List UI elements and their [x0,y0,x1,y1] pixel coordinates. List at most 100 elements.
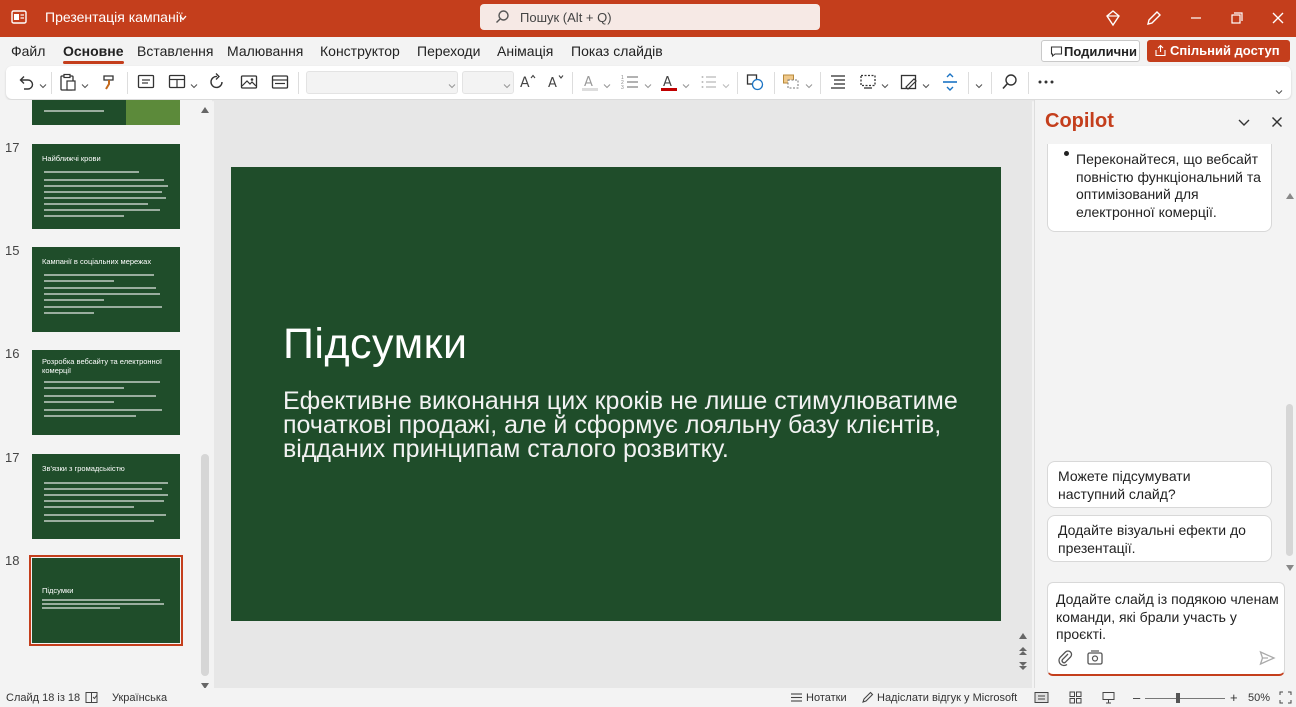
slide-title[interactable]: Підсумки [283,320,467,369]
tab-insert[interactable]: Вставлення [137,43,214,59]
previous-slide-icon[interactable] [1018,643,1028,655]
shapes-icon[interactable] [745,72,765,92]
slide-thumbnail[interactable]: Кампанії в соціальних мережах [32,247,180,332]
text-line [44,395,156,397]
undo-icon[interactable] [16,72,36,92]
zoom-level[interactable]: 50% [1248,692,1270,704]
zoom-in-icon[interactable]: + [1230,690,1238,705]
next-slide-icon[interactable] [1018,658,1028,670]
chevron-down-icon[interactable] [1235,113,1253,131]
tab-design[interactable]: Конструктор [320,43,400,59]
chevron-down-icon[interactable] [805,78,813,89]
copilot-scrollbar[interactable] [1286,404,1293,556]
pen-icon[interactable] [1143,7,1165,29]
font-color-icon[interactable]: A [660,72,678,92]
fit-to-window-icon[interactable] [1279,691,1292,704]
chevron-down-icon[interactable] [39,78,47,89]
diamond-icon[interactable] [1102,7,1124,29]
replace-icon[interactable] [940,72,960,92]
chevron-down-icon[interactable] [881,78,889,89]
slide-sorter-icon[interactable] [1069,691,1082,704]
slide-thumbnail[interactable] [32,100,180,125]
decrease-font-icon[interactable]: A [547,72,565,92]
arrange-icon[interactable] [781,72,801,92]
notes-button[interactable]: Нотатки [806,692,847,704]
numbering-icon[interactable]: 123 [620,72,640,92]
normal-view-icon[interactable] [1034,691,1049,704]
search-box[interactable]: Пошук (Alt + Q) [480,4,820,30]
chevron-down-icon[interactable] [448,78,456,89]
feedback-icon[interactable] [861,691,874,704]
restore-icon[interactable] [1226,7,1248,29]
text-direction-icon[interactable] [828,72,848,92]
document-title[interactable]: Презентація кампанії [45,9,183,25]
new-slide-icon[interactable] [136,72,156,92]
picture-icon[interactable] [239,72,259,92]
chevron-down-icon[interactable] [922,78,930,89]
copilot-prompt-input[interactable]: Додайте слайд із подякою членам команди,… [1047,582,1285,676]
slideshow-view-icon[interactable] [1102,691,1115,704]
powerpoint-app-icon[interactable] [10,8,28,26]
subscribe-button[interactable]: Подилични [1041,40,1140,62]
chevron-down-icon[interactable] [81,78,89,89]
chevron-down-icon[interactable] [975,78,983,89]
highlight-icon[interactable]: A [581,72,599,92]
suggestion-chip[interactable]: Додайте візуальні ефекти до презентації. [1047,515,1272,562]
slide-thumbnail-selected[interactable]: Підсумки [29,555,183,646]
copilot-title: Copilot [1045,110,1114,132]
more-options-icon[interactable] [1036,72,1056,92]
tab-home[interactable]: Основне [63,43,124,64]
paste-icon[interactable] [58,72,78,92]
reset-icon[interactable] [207,72,227,92]
scroll-down-icon[interactable] [1285,560,1295,571]
slide-body[interactable]: Ефективне виконання цих кроків не лише с… [283,389,963,462]
find-icon[interactable] [1000,72,1020,92]
increase-font-icon[interactable]: A [519,72,537,92]
current-slide[interactable]: Підсумки Ефективне виконання цих кроків … [231,167,1001,621]
language-status[interactable]: Українська [112,692,167,704]
share-button[interactable]: Спільний доступ [1147,40,1290,62]
chevron-down-icon[interactable] [190,78,198,89]
suggestion-chip[interactable]: Можете підсумувати наступний слайд? [1047,461,1272,508]
close-icon[interactable] [1268,113,1286,131]
scroll-up-icon[interactable] [1018,628,1028,639]
format-painter-icon[interactable] [100,72,120,92]
expand-ribbon-icon[interactable] [1275,84,1283,95]
scroll-down-icon[interactable] [200,678,210,688]
align-text-icon[interactable] [858,72,878,92]
notes-icon[interactable] [790,691,803,704]
attach-icon[interactable] [1056,649,1074,667]
tab-transitions[interactable]: Переходи [417,43,480,59]
slide-thumbnail[interactable]: Найближчі крови [32,144,180,229]
zoom-out-icon[interactable]: – [1133,690,1140,705]
tab-draw[interactable]: Малювання [227,43,303,59]
chevron-down-icon[interactable] [503,78,511,89]
thumbnail-scrollbar[interactable] [201,454,209,676]
zoom-slider-thumb[interactable] [1176,693,1180,703]
slide-thumbnail[interactable]: Розробка вебсайту та електронної комерці… [32,350,180,435]
slide-thumbnail[interactable]: Зв'язки з громадськістю [32,454,180,539]
chevron-down-icon[interactable] [682,78,690,89]
text-box-icon[interactable] [270,72,290,92]
chevron-down-icon[interactable] [603,78,611,89]
close-icon[interactable] [1267,7,1289,29]
smartart-icon[interactable] [899,72,919,92]
prompt-gallery-icon[interactable] [1086,649,1104,667]
layout-icon[interactable] [167,72,187,92]
chevron-down-icon[interactable] [644,78,652,89]
minimize-icon[interactable] [1185,7,1207,29]
tab-slideshow[interactable]: Показ слайдів [571,43,663,59]
tab-animations[interactable]: Анімація [497,43,553,59]
tab-file[interactable]: Файл [11,43,45,59]
prompt-text[interactable]: Додайте слайд із подякою членам команди,… [1056,591,1282,644]
accessibility-icon[interactable] [85,691,98,704]
chevron-down-icon[interactable] [722,78,730,89]
font-name-field[interactable] [306,71,458,94]
scroll-up-icon[interactable] [1285,188,1295,199]
line-spacing-icon[interactable] [700,72,718,92]
chevron-down-icon[interactable] [178,11,188,21]
feedback-button[interactable]: Надіслати відгук у Microsoft [877,692,1017,704]
scroll-up-icon[interactable] [200,102,210,113]
zoom-slider[interactable] [1145,698,1225,699]
send-icon[interactable] [1258,649,1276,667]
